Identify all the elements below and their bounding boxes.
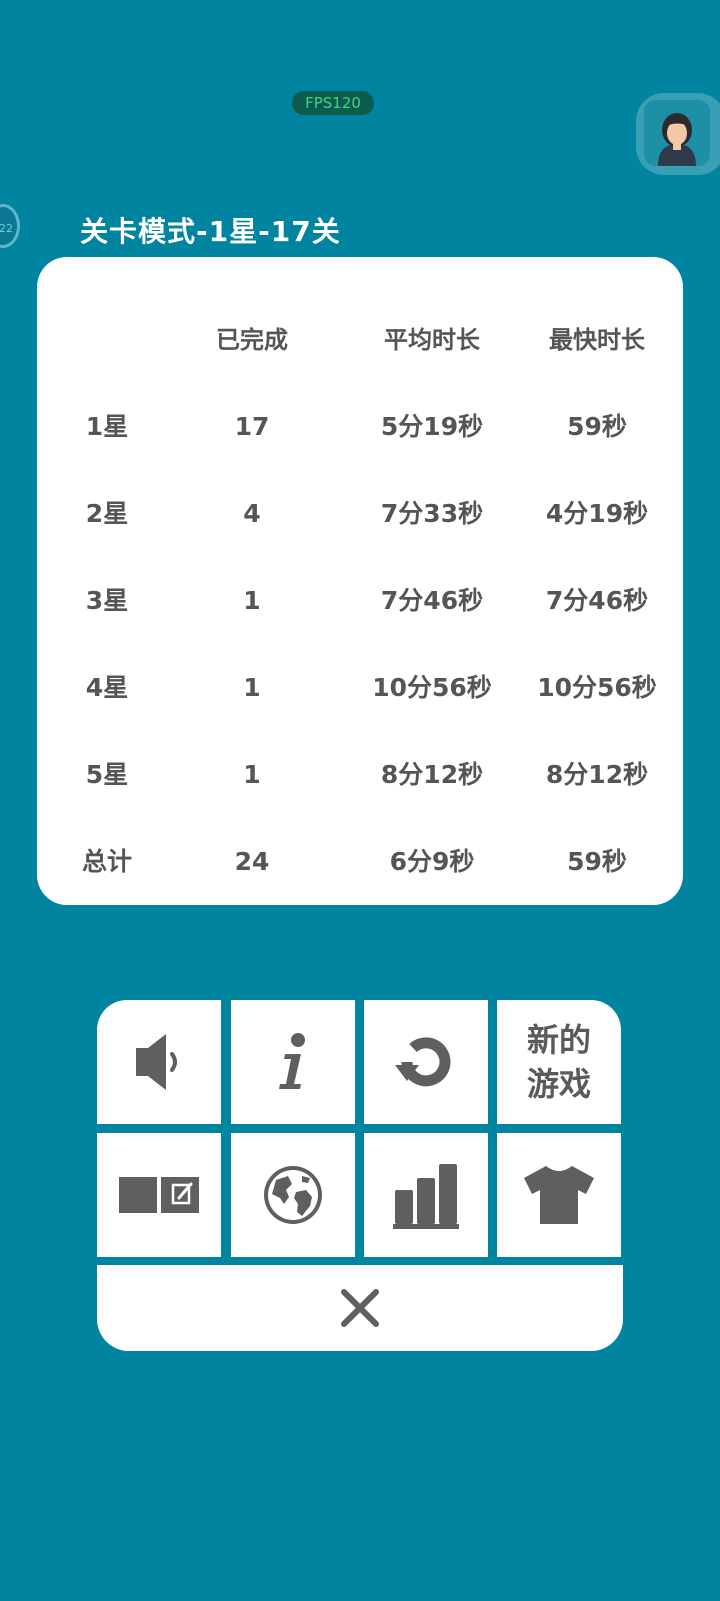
row-label: 3星 bbox=[85, 586, 129, 615]
stats-card: 已完成 平均时长 最快时长 1星 17 5分19秒 59秒 2星 4 7分33秒… bbox=[37, 257, 683, 905]
table-row: 5星 1 8分12秒 8分12秒 bbox=[37, 755, 683, 795]
row-label: 5星 bbox=[85, 760, 129, 789]
side-badge[interactable]: 22 bbox=[0, 204, 20, 248]
sound-button[interactable] bbox=[97, 1000, 221, 1124]
table-header-row: 已完成 平均时长 最快时长 bbox=[37, 320, 683, 360]
info-button[interactable] bbox=[231, 1000, 355, 1124]
page-title: 关卡模式-1星-17关 bbox=[80, 215, 341, 248]
language-button[interactable] bbox=[231, 1133, 355, 1257]
restart-icon bbox=[395, 1037, 451, 1087]
completed-count: 1 bbox=[243, 760, 261, 789]
completed-count: 17 bbox=[234, 412, 270, 441]
theme-shirt-icon bbox=[524, 1166, 594, 1224]
fastest-time: 7分46秒 bbox=[545, 586, 649, 615]
fastest-time: 4分19秒 bbox=[545, 499, 649, 528]
completed-count: 24 bbox=[234, 847, 270, 876]
table-row: 1星 17 5分19秒 59秒 bbox=[37, 407, 683, 447]
avatar-button[interactable] bbox=[636, 93, 720, 175]
completed-count: 1 bbox=[243, 586, 261, 615]
restart-button[interactable] bbox=[364, 1000, 488, 1124]
fastest-time: 10分56秒 bbox=[537, 673, 657, 702]
fps-counter: FPS120 bbox=[292, 91, 374, 115]
language-globe-icon bbox=[264, 1166, 322, 1224]
header-fastest-time: 最快时长 bbox=[549, 326, 645, 354]
header-empty bbox=[57, 320, 157, 360]
header-average-time: 平均时长 bbox=[384, 326, 480, 354]
average-time: 7分46秒 bbox=[380, 586, 484, 615]
close-icon bbox=[341, 1289, 379, 1327]
average-time: 6分9秒 bbox=[389, 847, 475, 876]
close-button[interactable] bbox=[97, 1265, 623, 1351]
avatar bbox=[644, 100, 710, 166]
table-row: 2星 4 7分33秒 4分19秒 bbox=[37, 494, 683, 534]
sound-icon bbox=[136, 1034, 177, 1090]
user-avatar-icon bbox=[644, 100, 710, 166]
row-label: 4星 bbox=[85, 673, 129, 702]
row-label: 总计 bbox=[81, 847, 132, 876]
average-time: 8分12秒 bbox=[380, 760, 484, 789]
table-row: 3星 1 7分46秒 7分46秒 bbox=[37, 581, 683, 621]
table-row: 4星 1 10分56秒 10分56秒 bbox=[37, 668, 683, 708]
fastest-time: 59秒 bbox=[567, 412, 627, 441]
fastest-time: 59秒 bbox=[567, 847, 627, 876]
completed-count: 4 bbox=[243, 499, 261, 528]
statistics-button[interactable] bbox=[364, 1133, 488, 1257]
new-game-label-line2: 游戏 bbox=[526, 1065, 591, 1103]
notes-toggle-button[interactable] bbox=[97, 1133, 221, 1257]
notes-toggle-icon bbox=[119, 1177, 199, 1213]
new-game-button[interactable]: 新的 游戏 bbox=[497, 1000, 621, 1124]
fastest-time: 8分12秒 bbox=[545, 760, 649, 789]
header-completed: 已完成 bbox=[216, 326, 288, 354]
statistics-icon bbox=[393, 1164, 459, 1229]
average-time: 7分33秒 bbox=[380, 499, 484, 528]
info-icon bbox=[279, 1033, 305, 1089]
new-game-label-line1: 新的 bbox=[526, 1021, 591, 1059]
average-time: 5分19秒 bbox=[380, 412, 484, 441]
theme-button[interactable] bbox=[497, 1133, 621, 1257]
completed-count: 1 bbox=[243, 673, 261, 702]
average-time: 10分56秒 bbox=[372, 673, 492, 702]
row-label: 1星 bbox=[85, 412, 129, 441]
row-label: 2星 bbox=[85, 499, 129, 528]
table-row-total: 总计 24 6分9秒 59秒 bbox=[37, 842, 683, 882]
